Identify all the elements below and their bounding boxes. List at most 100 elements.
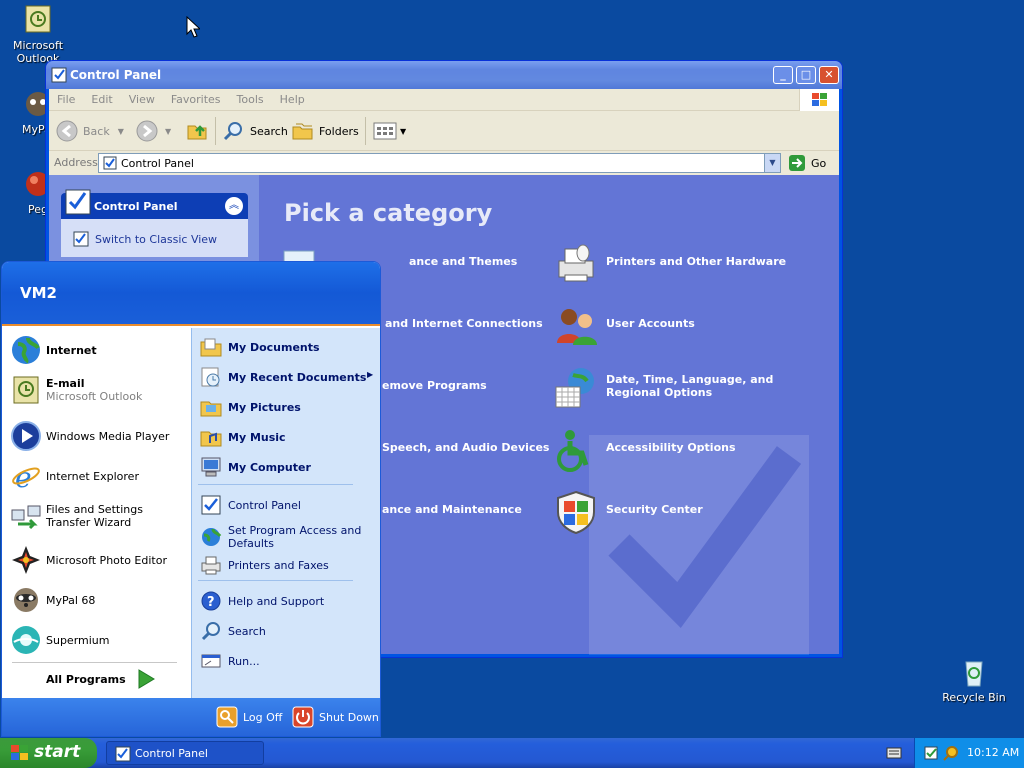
user-accounts-icon bbox=[557, 309, 597, 345]
program-access-icon bbox=[202, 528, 222, 546]
my-computer-label: My Computer bbox=[228, 460, 311, 474]
start-item-printers-faxes[interactable]: Printers and Faxes bbox=[200, 554, 378, 576]
start-item-search[interactable]: Search bbox=[200, 620, 378, 642]
address-bar: Address Control Panel ▼ Go bbox=[49, 151, 839, 175]
menu-favorites[interactable]: Favorites bbox=[163, 89, 229, 110]
submenu-arrow-icon: ▶ bbox=[367, 370, 374, 379]
outlook-icon bbox=[22, 4, 54, 36]
switch-classic-view-label: Switch to Classic View bbox=[95, 232, 218, 246]
shut-down-button[interactable]: Shut Down bbox=[292, 706, 379, 728]
log-off-label: Log Off bbox=[243, 710, 283, 724]
media-player-icon bbox=[11, 421, 41, 451]
go-arrow-icon bbox=[789, 155, 805, 171]
close-button[interactable]: ✕ bbox=[819, 66, 839, 84]
switch-classic-view-link[interactable]: Switch to Classic View bbox=[73, 231, 217, 247]
log-off-button[interactable]: Log Off bbox=[216, 706, 282, 728]
start-item-mypal[interactable]: MyPal 68 bbox=[10, 584, 188, 616]
category-add-remove-programs[interactable]: emove Programs bbox=[382, 379, 487, 392]
folders-button[interactable]: Folders bbox=[291, 118, 359, 144]
category-security-center[interactable]: Security Center bbox=[606, 503, 703, 516]
taskbar-button-control-panel[interactable]: Control Panel bbox=[106, 741, 264, 765]
address-input[interactable]: Control Panel ▼ bbox=[98, 153, 781, 173]
category-date-time-language[interactable]: Date, Time, Language, and Regional Optio… bbox=[606, 373, 816, 399]
email-sublabel: Microsoft Outlook bbox=[46, 390, 143, 403]
user-name: VM2 bbox=[20, 284, 57, 302]
start-item-email[interactable]: E-mail Microsoft Outlook bbox=[10, 374, 188, 406]
start-item-my-computer[interactable]: My Computer bbox=[200, 456, 378, 478]
printer-hardware-icon bbox=[558, 244, 594, 282]
collapse-chevron-icon[interactable]: ︽ bbox=[225, 197, 243, 215]
title-bar[interactable]: Control Panel _ □ ✕ bbox=[46, 61, 842, 89]
go-label: Go bbox=[811, 156, 827, 170]
go-button[interactable]: Go bbox=[788, 154, 826, 172]
start-item-internet-explorer[interactable]: e Internet Explorer bbox=[10, 460, 188, 492]
my-music-icon bbox=[200, 431, 222, 447]
desktop-icon-recycle-bin[interactable]: Recycle Bin bbox=[936, 656, 1012, 704]
recycle-bin-icon bbox=[958, 656, 990, 688]
views-icon bbox=[373, 122, 397, 140]
start-menu-places: My Documents My Recent Documents ▶ My Pi… bbox=[191, 328, 380, 698]
start-item-photo-editor[interactable]: Microsoft Photo Editor bbox=[10, 544, 188, 576]
maximize-button[interactable]: □ bbox=[796, 66, 816, 84]
category-performance-maintenance[interactable]: ance and Maintenance bbox=[382, 503, 522, 516]
start-item-supermium[interactable]: Supermium bbox=[10, 624, 188, 656]
start-item-help-support[interactable]: ? Help and Support bbox=[200, 590, 378, 612]
category-accessibility[interactable]: Accessibility Options bbox=[606, 441, 736, 454]
menu-edit[interactable]: Edit bbox=[83, 89, 120, 110]
printers-faxes-icon bbox=[201, 556, 221, 575]
search-tray-icon[interactable] bbox=[943, 745, 959, 761]
taskbar-task-label: Control Panel bbox=[135, 747, 208, 760]
address-label: Address bbox=[54, 156, 98, 169]
back-button[interactable]: Back ▼ bbox=[55, 118, 124, 144]
category-user-accounts[interactable]: User Accounts bbox=[606, 317, 695, 330]
address-dropdown-button[interactable]: ▼ bbox=[764, 154, 780, 172]
my-documents-icon bbox=[200, 338, 222, 357]
start-item-my-documents[interactable]: My Documents bbox=[200, 336, 378, 358]
all-programs-button[interactable]: All Programs bbox=[46, 668, 156, 690]
watermark-check-icon bbox=[589, 435, 809, 655]
category-sounds-speech-audio[interactable]: Speech, and Audio Devices bbox=[382, 441, 549, 454]
start-item-internet[interactable]: Internet bbox=[10, 334, 188, 366]
menu-tools[interactable]: Tools bbox=[229, 89, 272, 110]
desktop-icon-outlook[interactable]: Microsoft Outlook bbox=[0, 4, 76, 65]
category-printers-hardware[interactable]: Printers and Other Hardware bbox=[606, 255, 786, 268]
category-appearance-themes[interactable]: ance and Themes bbox=[409, 255, 517, 268]
menu-help[interactable]: Help bbox=[272, 89, 313, 110]
program-access-label: Set Program Access and Defaults bbox=[228, 524, 362, 550]
help-support-label: Help and Support bbox=[228, 594, 325, 608]
network-tray-icon[interactable] bbox=[923, 745, 939, 761]
window-title: Control Panel bbox=[70, 68, 162, 82]
email-label: E-mail bbox=[46, 377, 85, 390]
control-panel-small-icon bbox=[103, 156, 117, 170]
start-item-my-recent-documents[interactable]: My Recent Documents ▶ bbox=[200, 366, 378, 388]
start-item-files-settings-transfer[interactable]: Files and Settings Transfer Wizard bbox=[10, 500, 188, 532]
up-folder-button[interactable] bbox=[185, 118, 209, 145]
forward-button[interactable]: ▼ bbox=[135, 118, 171, 144]
start-item-my-music[interactable]: My Music bbox=[200, 426, 378, 448]
start-item-media-player[interactable]: Windows Media Player bbox=[10, 420, 188, 452]
my-computer-icon bbox=[201, 457, 221, 477]
menu-view[interactable]: View bbox=[121, 89, 163, 110]
recent-documents-label: My Recent Documents bbox=[228, 370, 367, 384]
start-button[interactable]: start bbox=[0, 738, 97, 768]
task-pane-header[interactable]: Control Panel ︽ bbox=[61, 189, 248, 219]
menu-file[interactable]: File bbox=[49, 89, 83, 110]
power-icon bbox=[292, 706, 314, 728]
category-network-internet[interactable]: and Internet Connections bbox=[385, 317, 543, 330]
internet-globe-icon bbox=[12, 336, 40, 364]
help-icon: ? bbox=[201, 591, 221, 611]
start-item-set-program-access[interactable]: Set Program Access and Defaults bbox=[200, 524, 378, 550]
start-item-run[interactable]: Run... bbox=[200, 650, 378, 672]
minimize-button[interactable]: _ bbox=[773, 66, 793, 84]
task-pane-title: Control Panel bbox=[94, 200, 178, 213]
control-panel-task-icon bbox=[115, 746, 131, 762]
back-dropdown-icon[interactable]: ▼ bbox=[118, 127, 124, 136]
search-button[interactable]: Search bbox=[222, 118, 288, 144]
start-item-my-pictures[interactable]: My Pictures bbox=[200, 396, 378, 418]
accessibility-icon bbox=[557, 430, 589, 472]
clock[interactable]: 10:12 AM bbox=[967, 746, 1019, 759]
start-item-control-panel[interactable]: Control Panel bbox=[200, 494, 378, 516]
keyboard-icon[interactable] bbox=[886, 746, 902, 760]
views-button[interactable]: ▼ bbox=[372, 119, 406, 143]
media-player-label: Windows Media Player bbox=[46, 429, 170, 443]
